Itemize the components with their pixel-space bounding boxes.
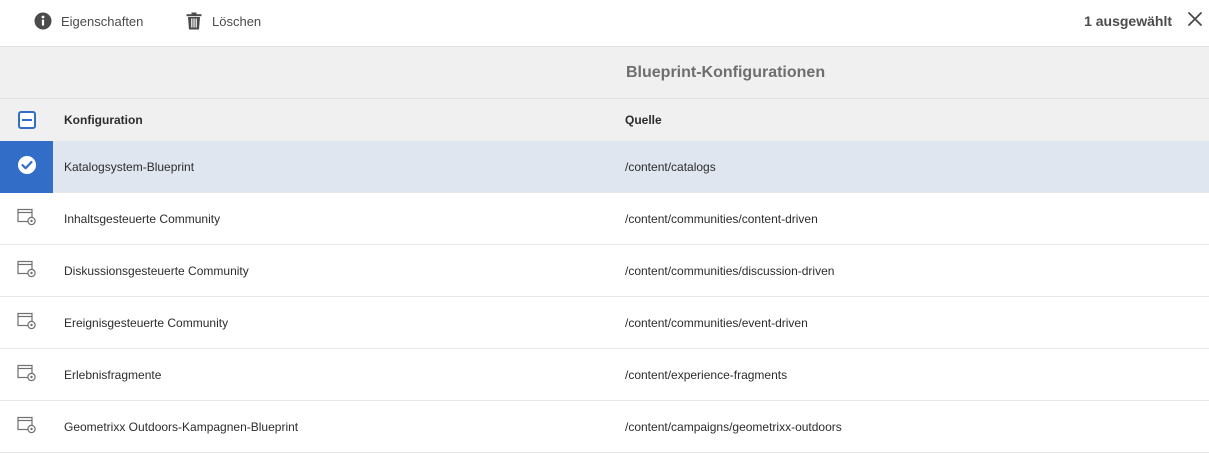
delete-button[interactable]: Löschen xyxy=(185,0,261,42)
source-path: /content/communities/discussion-driven xyxy=(625,264,835,278)
column-header-source[interactable]: Quelle xyxy=(625,99,662,141)
table-row[interactable]: Diskussionsgesteuerte Community/content/… xyxy=(0,245,1209,297)
blueprint-config-icon xyxy=(16,260,37,283)
select-all-checkbox[interactable] xyxy=(18,111,36,129)
page-title: Blueprint-Konfigurationen xyxy=(626,64,826,81)
configuration-name: Erlebnisfragmente xyxy=(64,368,162,382)
row-thumbnail[interactable] xyxy=(0,297,53,349)
title-bar: Blueprint-Konfigurationen xyxy=(0,47,1209,99)
selection-info: 1 ausgewählt xyxy=(1084,0,1209,42)
action-bar: Eigenschaften Löschen 1 ausgewählt xyxy=(0,0,1209,47)
delete-label: Löschen xyxy=(212,13,262,29)
blueprint-config-icon xyxy=(16,416,37,439)
row-thumbnail[interactable] xyxy=(0,193,53,245)
properties-button[interactable]: Eigenschaften xyxy=(34,0,143,42)
close-selection-button[interactable] xyxy=(1181,0,1209,42)
blueprint-config-icon xyxy=(16,312,37,335)
table-header: Konfiguration Quelle xyxy=(0,99,1209,141)
configuration-name: Geometrixx Outdoors-Kampagnen-Blueprint xyxy=(64,420,299,434)
trash-icon xyxy=(185,12,203,30)
row-thumbnail[interactable] xyxy=(0,401,53,453)
table-row[interactable]: Ereignisgesteuerte Community/content/com… xyxy=(0,297,1209,349)
blueprint-config-icon xyxy=(16,208,37,231)
properties-label: Eigenschaften xyxy=(61,13,144,29)
source-path: /content/communities/content-driven xyxy=(625,212,818,226)
configuration-name: Inhaltsgesteuerte Community xyxy=(64,212,221,226)
configuration-name: Ereignisgesteuerte Community xyxy=(64,316,229,330)
source-path: /content/experience-fragments xyxy=(625,368,788,382)
row-thumbnail[interactable] xyxy=(0,245,53,297)
table-row[interactable]: Erlebnisfragmente/content/experience-fra… xyxy=(0,349,1209,401)
configuration-name: Diskussionsgesteuerte Community xyxy=(64,264,249,278)
source-path: /content/campaigns/geometrixx-outdoors xyxy=(625,420,842,434)
table-row[interactable]: Katalogsystem-Blueprint/content/catalogs xyxy=(0,141,1209,193)
table-row[interactable]: Inhaltsgesteuerte Community/content/comm… xyxy=(0,193,1209,245)
table-row[interactable]: Geometrixx Outdoors-Kampagnen-Blueprint /… xyxy=(0,401,1209,453)
close-icon xyxy=(1188,11,1202,31)
blueprint-config-icon xyxy=(16,364,37,387)
source-path: /content/communities/event-driven xyxy=(625,316,808,330)
check-circle-icon xyxy=(17,155,37,180)
column-header-configuration[interactable]: Konfiguration xyxy=(64,99,143,141)
row-thumbnail[interactable] xyxy=(0,349,53,401)
row-selected-checkbox[interactable] xyxy=(0,141,53,193)
info-icon xyxy=(34,12,52,30)
configuration-name: Katalogsystem-Blueprint xyxy=(64,160,195,174)
selection-count: 1 ausgewählt xyxy=(1084,13,1172,29)
source-path: /content/catalogs xyxy=(625,160,716,174)
